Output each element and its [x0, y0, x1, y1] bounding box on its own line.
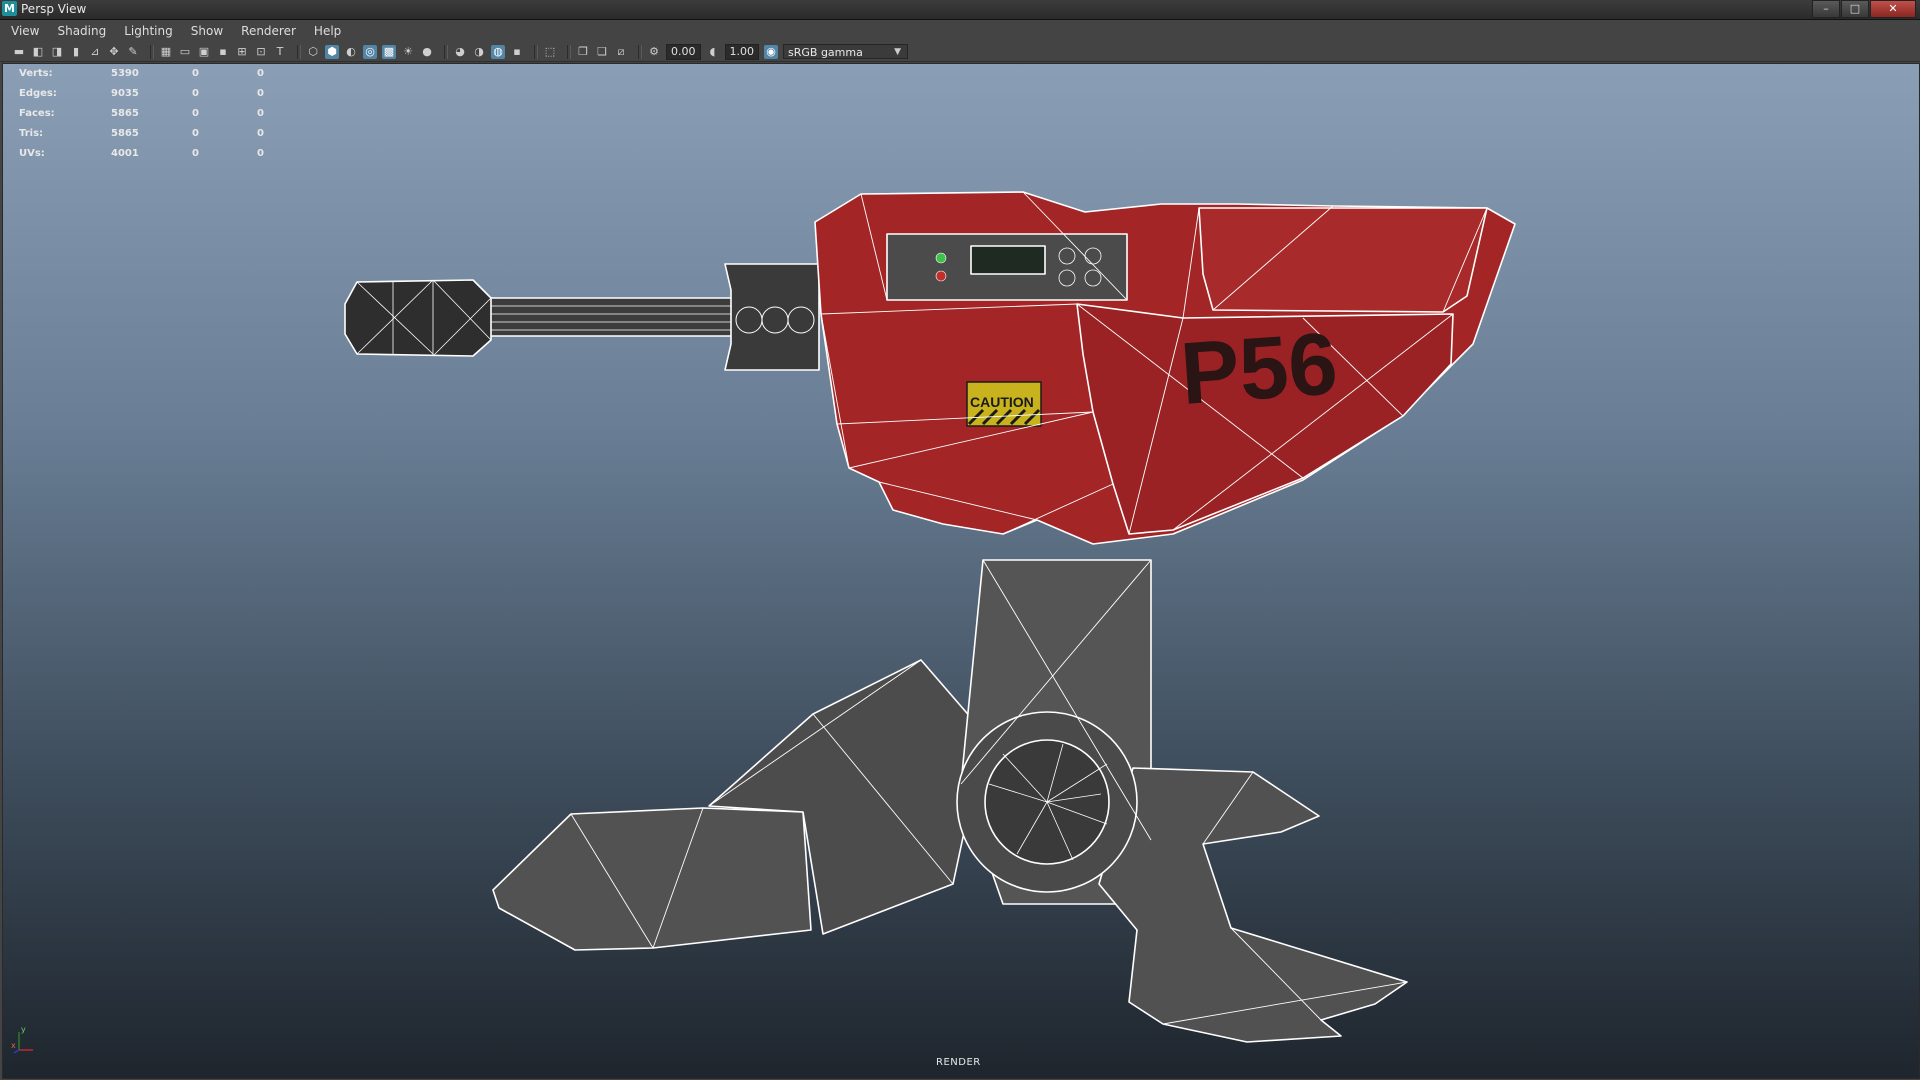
- caution-text: CAUTION: [970, 394, 1034, 410]
- panel-menubar: View Shading Lighting Show Renderer Help: [0, 20, 1920, 42]
- gamma-icon[interactable]: ◖: [706, 45, 720, 59]
- wireframe-on-shaded-icon[interactable]: ◎: [363, 44, 377, 59]
- smooth-shade-icon[interactable]: ⬢: [325, 44, 339, 59]
- toolbar-separator: [638, 44, 642, 59]
- grid-icon[interactable]: ▦: [159, 45, 173, 59]
- base-right-leg: [1098, 767, 1408, 1043]
- perspective-viewport[interactable]: Verts: 5390 0 0 Edges: 9035 0 0 Faces: 5…: [2, 63, 1920, 1079]
- motion-blur-icon[interactable]: ◑: [472, 45, 486, 59]
- control-screen: [970, 245, 1046, 275]
- isolate-select-icon[interactable]: ⬚: [543, 45, 557, 59]
- textured-icon[interactable]: ▩: [382, 44, 396, 59]
- view-transform-dropdown[interactable]: sRGB gamma ▼: [783, 44, 908, 59]
- panel-toolbar: ▬ ◧ ◨ ▮ ⊿ ✥ ✎ ▦ ▭ ▣ ▪ ⊞ ⊡ T ⬡ ⬢ ◐ ◎ ▩ ☀ …: [0, 42, 1920, 62]
- xray-icon[interactable]: ❐: [576, 45, 590, 59]
- axis-gizmo: y x: [11, 1025, 33, 1054]
- minimize-button[interactable]: –: [1812, 0, 1840, 18]
- toolbar-separator: [567, 44, 571, 59]
- toolbar-separator: [297, 44, 301, 59]
- bookmark-camera-icon[interactable]: ◨: [50, 45, 64, 59]
- view-transform-value: sRGB gamma: [788, 46, 863, 59]
- resolution-gate-icon[interactable]: ▣: [197, 45, 211, 59]
- turret-decal-text: P56: [1177, 313, 1340, 423]
- grease-pencil-icon[interactable]: ✎: [126, 45, 140, 59]
- shadows-icon[interactable]: ●: [420, 45, 434, 59]
- gate-mask-icon[interactable]: ▪: [216, 45, 230, 59]
- use-all-lights-icon[interactable]: ☀: [401, 45, 415, 59]
- 2d-pan-zoom-icon[interactable]: ✥: [107, 45, 121, 59]
- viewport-camera-label: RENDER: [936, 1057, 981, 1068]
- exposure-icon[interactable]: ⚙: [647, 45, 661, 59]
- turret-model[interactable]: P56 CAUTION: [3, 64, 1919, 1078]
- maya-app-icon: M: [2, 1, 17, 16]
- multisample-aa-icon[interactable]: ◍: [491, 44, 505, 59]
- window-titlebar[interactable]: M Persp View – □ ✕: [0, 0, 1920, 20]
- menu-lighting[interactable]: Lighting: [113, 24, 180, 38]
- status-light-red: [935, 270, 947, 282]
- xray-active-components-icon[interactable]: ❏: [595, 45, 609, 59]
- base-left-foot: [492, 807, 812, 951]
- menu-view[interactable]: View: [0, 24, 46, 38]
- film-gate-icon[interactable]: ▭: [178, 45, 192, 59]
- depth-of-field-icon[interactable]: ▪: [510, 45, 524, 59]
- screen-space-ao-icon[interactable]: ◕: [453, 45, 467, 59]
- exposure-field[interactable]: 0.00: [666, 43, 701, 60]
- field-chart-icon[interactable]: ⊞: [235, 45, 249, 59]
- gamma-field[interactable]: 1.00: [724, 43, 759, 60]
- menu-renderer[interactable]: Renderer: [230, 24, 303, 38]
- safe-action-icon[interactable]: ⊡: [254, 45, 268, 59]
- axis-x-label: x: [11, 1041, 16, 1050]
- toolbar-separator: [534, 44, 538, 59]
- use-default-material-icon[interactable]: ◐: [344, 45, 358, 59]
- window-title: Persp View: [21, 2, 87, 16]
- camera-icon[interactable]: ▬: [12, 45, 26, 59]
- menu-help[interactable]: Help: [303, 24, 348, 38]
- window-controls: – □ ✕: [1811, 0, 1916, 18]
- xray-joints-icon[interactable]: ⧄: [614, 45, 628, 59]
- turret-top-panel: [1198, 207, 1488, 313]
- axis-y-label: y: [21, 1025, 26, 1034]
- menu-shading[interactable]: Shading: [46, 24, 113, 38]
- bookmark-icon[interactable]: ▮: [69, 45, 83, 59]
- toolbar-separator: [150, 44, 154, 59]
- chevron-down-icon: ▼: [894, 47, 901, 57]
- status-light-green: [935, 252, 947, 264]
- color-management-icon[interactable]: ◉: [764, 44, 778, 59]
- image-plane-icon[interactable]: ⊿: [88, 45, 102, 59]
- wireframe-icon[interactable]: ⬡: [306, 45, 320, 59]
- barrel-mount: [724, 263, 820, 371]
- camera-attributes-icon[interactable]: ◧: [31, 45, 45, 59]
- menu-show[interactable]: Show: [180, 24, 230, 38]
- close-button[interactable]: ✕: [1870, 0, 1916, 18]
- toolbar-separator: [444, 44, 448, 59]
- maximize-button[interactable]: □: [1841, 0, 1869, 18]
- safe-title-icon[interactable]: T: [273, 45, 287, 59]
